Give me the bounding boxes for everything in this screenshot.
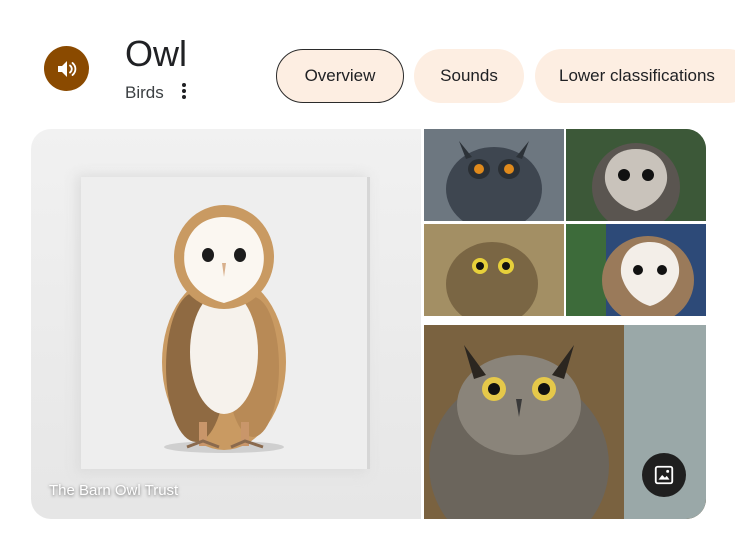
thumbnail-barn-owl[interactable] (566, 224, 706, 316)
tab-sounds[interactable]: Sounds (414, 49, 524, 103)
owl-thumbnail-art (566, 224, 706, 316)
thumbnail-little-owl[interactable] (424, 224, 564, 316)
thumbnail-sooty-owl[interactable] (566, 129, 706, 221)
thumbnail-eagle-owl[interactable] (424, 129, 564, 221)
owl-thumbnail-art (566, 129, 706, 221)
tab-lower-classifications[interactable]: Lower classifications (535, 49, 735, 103)
image-source-caption[interactable]: The Barn Owl Trust (49, 482, 178, 499)
entity-category: Birds (125, 83, 164, 102)
barn-owl-illustration (162, 205, 286, 453)
owl-thumbnail-art (424, 224, 564, 316)
image-gallery: The Barn Owl Trust (31, 129, 706, 519)
page-title: Owl (125, 33, 187, 74)
owl-thumbnail-art (424, 129, 564, 221)
more-vert-icon[interactable] (176, 81, 192, 101)
speaker-button[interactable] (44, 46, 89, 91)
thumbnail-great-horned-owl[interactable] (424, 325, 706, 519)
speaker-icon (57, 60, 76, 77)
canvas-print (81, 177, 370, 469)
image-search-button[interactable] (642, 453, 686, 497)
image-icon (654, 465, 674, 485)
main-owl-image[interactable]: The Barn Owl Trust (31, 129, 421, 519)
tab-overview[interactable]: Overview (276, 49, 404, 103)
